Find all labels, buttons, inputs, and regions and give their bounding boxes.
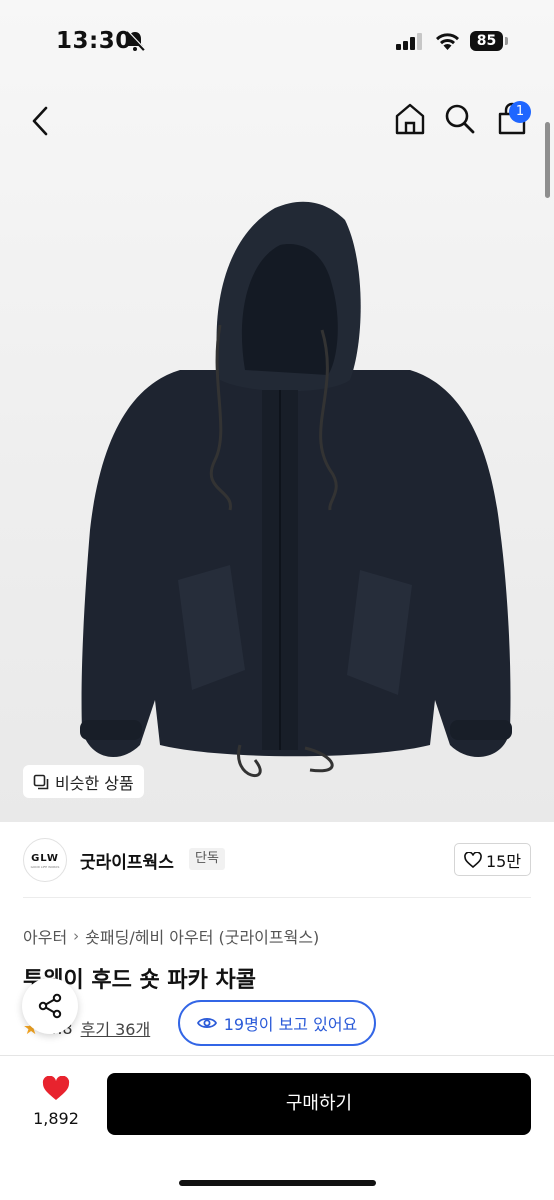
brand-logo[interactable]: GLW GOOD LIFE WORKS (23, 838, 67, 882)
status-time: 13:30 (56, 28, 132, 54)
exclusive-badge: 단독 (189, 848, 225, 870)
chevron-right-icon: › (73, 927, 80, 945)
battery-icon: 85 (470, 31, 508, 51)
cart-count-badge: 1 (509, 101, 531, 123)
buy-button[interactable]: 구매하기 (107, 1073, 531, 1135)
wishlist-button[interactable]: 1,892 (30, 1076, 82, 1128)
brand-like-count: 15만 (485, 851, 522, 871)
back-arrow-icon[interactable] (26, 104, 56, 138)
wishlist-count: 1,892 (33, 1109, 79, 1128)
breadcrumb: 아우터 › 숏패딩/헤비 아우터 (굿라이프웍스) (23, 924, 319, 948)
wifi-icon (436, 33, 459, 50)
status-bar: 13:30 85 (0, 0, 554, 80)
bell-muted-icon (126, 30, 146, 51)
heart-filled-icon (42, 1076, 70, 1100)
heart-outline-icon (464, 851, 482, 868)
bottom-bar-divider (0, 1055, 554, 1056)
viewers-button[interactable]: 19명이 보고 있어요 (178, 1000, 376, 1046)
divider (23, 897, 531, 898)
eye-icon (196, 1017, 217, 1029)
reviews-link[interactable]: 후기 36개 (81, 1016, 151, 1040)
share-icon (38, 993, 62, 1019)
product-image[interactable] (60, 200, 530, 800)
battery-level: 85 (470, 31, 503, 51)
share-button[interactable] (22, 978, 78, 1034)
copy-icon (33, 774, 49, 789)
search-icon[interactable] (444, 103, 476, 135)
scrollbar[interactable] (545, 122, 550, 198)
similar-products-label: 비슷한 상품 (55, 773, 134, 793)
viewers-label: 19명이 보고 있어요 (223, 1015, 358, 1034)
brand-name[interactable]: 굿라이프웍스 (80, 848, 174, 873)
similar-products-button[interactable]: 비슷한 상품 (23, 765, 144, 798)
brand-like-button[interactable]: 15만 (454, 843, 531, 876)
breadcrumb-item[interactable]: 아우터 (23, 924, 67, 948)
breadcrumb-item[interactable]: 숏패딩/헤비 아우터 (굿라이프웍스) (85, 924, 319, 948)
home-icon[interactable] (393, 102, 427, 136)
home-indicator (179, 1180, 376, 1186)
signal-icon (396, 33, 422, 50)
